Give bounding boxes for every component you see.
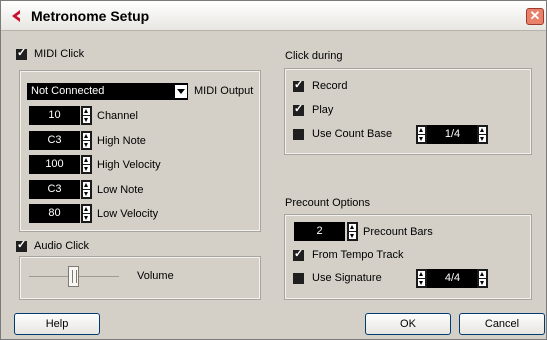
help-button[interactable]: Help xyxy=(14,313,100,335)
low-velocity-label: Low Velocity xyxy=(97,208,159,220)
window-title: Metronome Setup xyxy=(31,8,150,24)
chevron-down-icon[interactable] xyxy=(175,85,187,98)
cubase-logo-icon xyxy=(12,10,20,22)
high-velocity-stepper[interactable] xyxy=(81,155,92,174)
from-tempo-track-checkbox[interactable] xyxy=(293,247,304,261)
channel-field[interactable]: 10 xyxy=(29,106,80,125)
channel-label: Channel xyxy=(97,110,138,122)
midi-output-value: Not Connected xyxy=(31,85,105,97)
from-tempo-track-label: From Tempo Track xyxy=(312,249,404,261)
low-velocity-stepper[interactable] xyxy=(81,204,92,223)
click-during-title: Click during xyxy=(285,50,343,62)
metronome-setup-dialog: Metronome Setup ✕ MIDI Click Not Connect… xyxy=(0,0,547,340)
close-button[interactable]: ✕ xyxy=(526,8,544,25)
precount-options-title: Precount Options xyxy=(285,197,370,209)
volume-label: Volume xyxy=(137,270,174,282)
high-velocity-label: High Velocity xyxy=(97,159,161,171)
signature-field[interactable]: 4/4 xyxy=(427,269,478,288)
low-note-label: Low Note xyxy=(97,184,144,196)
signature-stepper-left[interactable] xyxy=(416,269,427,288)
use-signature-checkbox[interactable] xyxy=(293,273,304,284)
high-note-label: High Note xyxy=(97,135,146,147)
record-label: Record xyxy=(312,80,348,92)
midi-output-dropdown[interactable]: Not Connected xyxy=(27,83,188,100)
count-base-stepper-right[interactable] xyxy=(477,125,488,144)
close-icon: ✕ xyxy=(529,8,541,23)
high-note-stepper[interactable] xyxy=(81,131,92,150)
low-velocity-field[interactable]: 80 xyxy=(29,204,80,223)
low-note-stepper[interactable] xyxy=(81,180,92,199)
midi-click-label: MIDI Click xyxy=(34,48,85,60)
signature-stepper-right[interactable] xyxy=(477,269,488,288)
ok-button[interactable]: OK xyxy=(365,313,451,335)
precount-bars-stepper[interactable] xyxy=(347,222,358,241)
precount-bars-label: Precount Bars xyxy=(363,226,433,238)
volume-slider-handle[interactable] xyxy=(68,266,79,287)
play-checkbox[interactable] xyxy=(293,102,304,116)
use-count-base-checkbox[interactable] xyxy=(293,129,304,140)
precount-bars-field[interactable]: 2 xyxy=(294,222,345,241)
low-note-field[interactable]: C3 xyxy=(29,180,80,199)
play-label: Play xyxy=(312,104,334,116)
audio-click-checkbox[interactable] xyxy=(16,238,27,252)
use-count-base-label: Use Count Base xyxy=(312,128,393,140)
midi-click-checkbox[interactable] xyxy=(16,46,27,60)
title-bar[interactable]: Metronome Setup ✕ xyxy=(1,1,546,31)
use-signature-label: Use Signature xyxy=(312,272,382,284)
count-base-field[interactable]: 1/4 xyxy=(427,125,478,144)
midi-output-label: MIDI Output xyxy=(194,85,254,97)
count-base-stepper-left[interactable] xyxy=(416,125,427,144)
high-note-field[interactable]: C3 xyxy=(29,131,80,150)
record-checkbox[interactable] xyxy=(293,78,304,92)
high-velocity-field[interactable]: 100 xyxy=(29,155,80,174)
audio-click-label: Audio Click xyxy=(34,240,90,252)
channel-stepper[interactable] xyxy=(81,106,92,125)
cancel-button[interactable]: Cancel xyxy=(459,313,545,335)
